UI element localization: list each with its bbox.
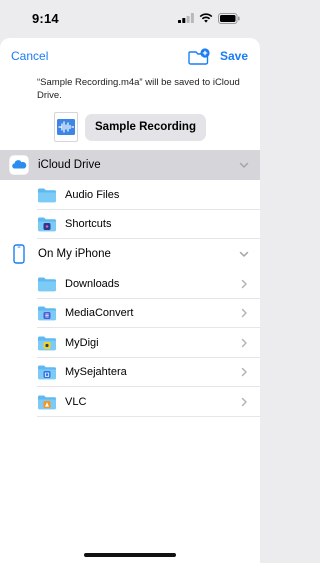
- cancel-button[interactable]: Cancel: [11, 49, 48, 63]
- status-bar: 9:14: [0, 0, 260, 36]
- shortcuts-folder-icon: [38, 217, 56, 232]
- folder-label: Audio Files: [65, 188, 120, 201]
- folder-item-audio-files[interactable]: Audio Files: [0, 180, 260, 210]
- folder-label: Downloads: [65, 277, 120, 290]
- iphone-icon: [8, 243, 30, 265]
- icloud-icon: [8, 154, 30, 176]
- mediaconvert-folder-icon: [38, 306, 56, 321]
- folder-item-mysejahtera[interactable]: MySejahtera: [0, 358, 260, 388]
- chevron-right-icon[interactable]: [238, 278, 250, 290]
- audio-file-thumbnail: [54, 112, 79, 142]
- folder-label: MyDigi: [65, 336, 99, 349]
- save-button[interactable]: Save: [220, 49, 248, 63]
- nav-actions: Save: [188, 47, 248, 65]
- mysejahtera-folder-icon: [38, 365, 56, 380]
- downloads-folder-icon: [38, 277, 56, 292]
- chevron-right-icon[interactable]: [238, 366, 250, 378]
- folder-icon: [38, 188, 56, 203]
- cellular-signal-icon: [178, 13, 194, 23]
- chevron-right-icon[interactable]: [238, 307, 250, 319]
- location-label: iCloud Drive: [38, 159, 101, 171]
- sheet-nav-bar: Cancel Save: [0, 38, 260, 74]
- location-list: iCloud Drive Audio Files Shortcuts On My…: [0, 150, 260, 417]
- location-label: On My iPhone: [38, 248, 111, 260]
- folder-item-downloads[interactable]: Downloads: [0, 269, 260, 299]
- chevron-down-icon[interactable]: [238, 248, 250, 260]
- wifi-icon: [199, 13, 213, 23]
- folder-item-mydigi[interactable]: MyDigi: [0, 328, 260, 358]
- location-icloud-drive[interactable]: iCloud Drive: [0, 150, 260, 180]
- status-time: 9:14: [32, 10, 59, 26]
- folder-item-vlc[interactable]: VLC: [0, 387, 260, 417]
- file-name-field[interactable]: Sample Recording: [85, 113, 206, 141]
- status-icons: [178, 12, 240, 24]
- new-folder-icon[interactable]: [188, 47, 210, 65]
- home-indicator: [84, 553, 176, 557]
- folder-label: MySejahtera: [65, 366, 127, 379]
- mydigi-folder-icon: [38, 336, 56, 351]
- chevron-right-icon[interactable]: [238, 337, 250, 349]
- chevron-down-icon[interactable]: [238, 159, 250, 171]
- folder-label: MediaConvert: [65, 307, 134, 320]
- file-row: Sample Recording: [0, 110, 260, 144]
- folder-label: Shortcuts: [65, 218, 112, 231]
- location-on-my-iphone[interactable]: On My iPhone: [0, 239, 260, 269]
- folder-label: VLC: [65, 395, 87, 408]
- audio-waveform-icon: [57, 119, 76, 135]
- save-destination-message: “Sample Recording.m4a” will be saved to …: [37, 77, 240, 101]
- save-sheet: Cancel Save “Sample Recording.m4a” will …: [0, 38, 260, 563]
- chevron-right-icon[interactable]: [238, 396, 250, 408]
- vlc-folder-icon: [38, 395, 56, 410]
- battery-icon: [218, 12, 240, 24]
- folder-item-mediaconvert[interactable]: MediaConvert: [0, 299, 260, 329]
- folder-item-shortcuts[interactable]: Shortcuts: [0, 210, 260, 240]
